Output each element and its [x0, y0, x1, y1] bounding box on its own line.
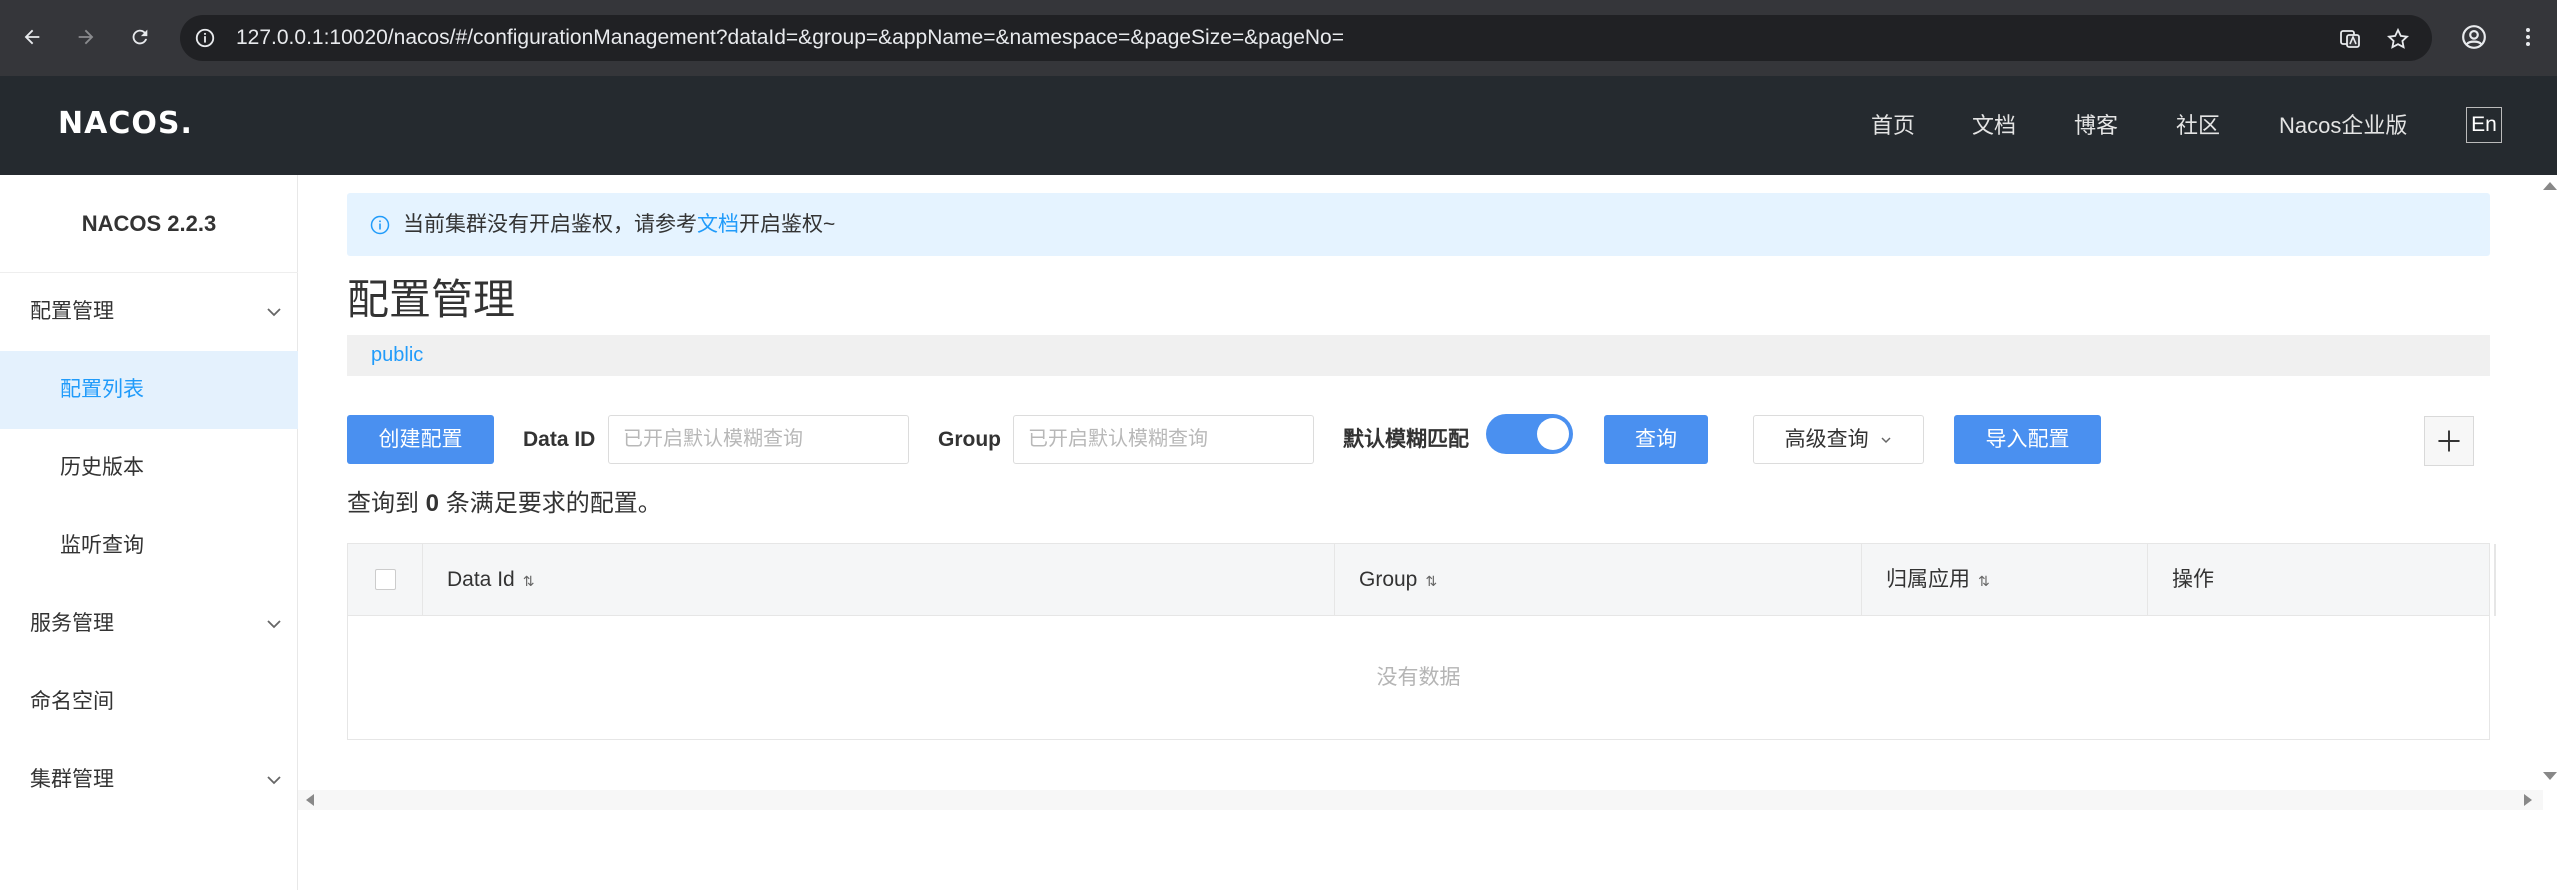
select-all-checkbox[interactable] — [375, 569, 396, 590]
column-label: Data Id — [447, 568, 515, 591]
site-info-icon[interactable] — [194, 27, 216, 49]
page-title: 配置管理 — [347, 276, 516, 323]
nav-community[interactable]: 社区 — [2176, 76, 2220, 175]
forward-button[interactable] — [68, 19, 104, 55]
result-summary: 查询到 0 条满足要求的配置。 — [347, 487, 662, 521]
sidebar-item-namespace[interactable]: 命名空间 — [0, 663, 298, 741]
profile-button[interactable] — [2456, 19, 2492, 55]
sidebar: NACOS 2.2.3 配置管理 配置列表 历史版本 监听查询 服务管理 命名空… — [0, 175, 298, 890]
fuzzy-match-label: 默认模糊匹配 — [1343, 428, 1469, 451]
arrow-right-icon — [78, 29, 94, 45]
nav-home[interactable]: 首页 — [1871, 76, 1915, 175]
sidebar-item-label: 集群管理 — [30, 768, 114, 791]
sidebar-item-label: 服务管理 — [30, 612, 114, 635]
column-label: Group — [1359, 568, 1418, 591]
language-switch-button[interactable]: En — [2466, 107, 2502, 143]
advanced-query-button[interactable]: 高级查询 — [1753, 415, 1924, 464]
notice-text-after: 开启鉴权~ — [739, 213, 836, 236]
sidebar-item-label: 监听查询 — [60, 534, 144, 557]
notice-docs-link[interactable]: 文档 — [697, 213, 739, 236]
toggle-knob — [1537, 418, 1569, 450]
star-icon[interactable] — [2386, 27, 2410, 51]
app-header: NACOS. 首页 文档 博客 社区 Nacos企业版 En — [0, 76, 2557, 175]
add-button[interactable] — [2424, 416, 2474, 466]
sidebar-item-listener-query[interactable]: 监听查询 — [0, 507, 298, 585]
scroll-down-icon[interactable] — [2543, 772, 2557, 780]
arrow-left-icon — [24, 29, 40, 45]
info-icon — [370, 215, 390, 235]
namespace-public[interactable]: public — [371, 335, 423, 376]
empty-state: 没有数据 — [1376, 666, 1461, 689]
sort-icon[interactable]: ⇅ — [1978, 545, 1990, 617]
dataid-search-input[interactable] — [608, 415, 909, 464]
chevron-down-icon — [267, 776, 281, 785]
group-label: Group — [938, 428, 1001, 451]
nav-enterprise[interactable]: Nacos企业版 — [2279, 76, 2407, 175]
advanced-query-label: 高级查询 — [1784, 428, 1869, 451]
sidebar-item-label: 历史版本 — [60, 456, 144, 479]
scroll-right-icon[interactable] — [2524, 794, 2532, 806]
reload-button[interactable] — [122, 19, 158, 55]
chevron-down-icon — [267, 620, 281, 629]
result-count: 0 — [425, 490, 440, 517]
sidebar-item-service-management[interactable]: 服务管理 — [0, 585, 298, 663]
column-group[interactable]: Group ⇅ — [1334, 544, 1861, 616]
sidebar-item-label: 配置管理 — [30, 300, 114, 323]
scroll-up-icon[interactable] — [2543, 182, 2557, 190]
group-search-input[interactable] — [1013, 415, 1314, 464]
browser-toolbar: 127.0.0.1:10020/nacos/#/configurationMan… — [0, 0, 2557, 76]
sidebar-item-config-list[interactable]: 配置列表 — [0, 351, 298, 429]
create-config-button[interactable]: 创建配置 — [347, 415, 494, 464]
account-icon — [2462, 25, 2486, 49]
sidebar-item-history[interactable]: 历史版本 — [0, 429, 298, 507]
namespace-bar: public — [347, 335, 2490, 376]
notice-text-before: 当前集群没有开启鉴权，请参考 — [403, 213, 697, 236]
sidebar-item-label: 配置列表 — [60, 378, 144, 401]
column-divider — [2494, 544, 2495, 616]
sort-icon[interactable]: ⇅ — [1425, 545, 1437, 617]
column-data-id[interactable]: Data Id ⇅ — [422, 544, 1334, 616]
more-vertical-icon — [2526, 28, 2530, 46]
nav-blog[interactable]: 博客 — [2074, 76, 2118, 175]
chevron-down-icon — [1881, 437, 1891, 444]
horizontal-scrollbar[interactable] — [298, 790, 2543, 810]
sort-icon[interactable]: ⇅ — [523, 545, 535, 617]
summary-prefix: 查询到 — [347, 490, 419, 517]
column-actions — [2495, 544, 2520, 616]
column-label: 归属应用 — [1886, 568, 1970, 591]
fuzzy-match-toggle[interactable] — [1486, 414, 1573, 454]
chevron-down-icon — [267, 308, 281, 317]
nacos-logo[interactable]: NACOS. — [58, 106, 193, 141]
sidebar-item-cluster-management[interactable]: 集群管理 — [0, 741, 298, 819]
reload-icon — [132, 29, 148, 45]
auth-notice: 当前集群没有开启鉴权，请参考文档开启鉴权~ — [347, 193, 2490, 256]
query-button[interactable]: 查询 — [1604, 415, 1708, 464]
notice-text: 当前集群没有开启鉴权，请参考文档开启鉴权~ — [403, 193, 835, 256]
import-config-button[interactable]: 导入配置 — [1954, 415, 2101, 464]
address-bar[interactable]: 127.0.0.1:10020/nacos/#/configurationMan… — [180, 15, 2432, 61]
sidebar-version-title: NACOS 2.2.3 — [0, 175, 298, 273]
scroll-left-icon[interactable] — [306, 794, 314, 806]
column-actions-header: 操作 — [2147, 544, 2490, 616]
url-text: 127.0.0.1:10020/nacos/#/configurationMan… — [236, 26, 1344, 49]
sidebar-item-label: 命名空间 — [30, 690, 114, 713]
translate-icon[interactable] — [2338, 27, 2362, 51]
plus-icon — [2438, 430, 2460, 452]
summary-suffix: 条满足要求的配置。 — [445, 490, 662, 517]
nav-docs[interactable]: 文档 — [1972, 76, 2016, 175]
back-button[interactable] — [14, 19, 50, 55]
sidebar-item-config-management[interactable]: 配置管理 — [0, 273, 298, 351]
dataid-label: Data ID — [523, 428, 596, 451]
browser-menu-button[interactable] — [2510, 19, 2546, 55]
column-label: 操作 — [2172, 568, 2214, 591]
